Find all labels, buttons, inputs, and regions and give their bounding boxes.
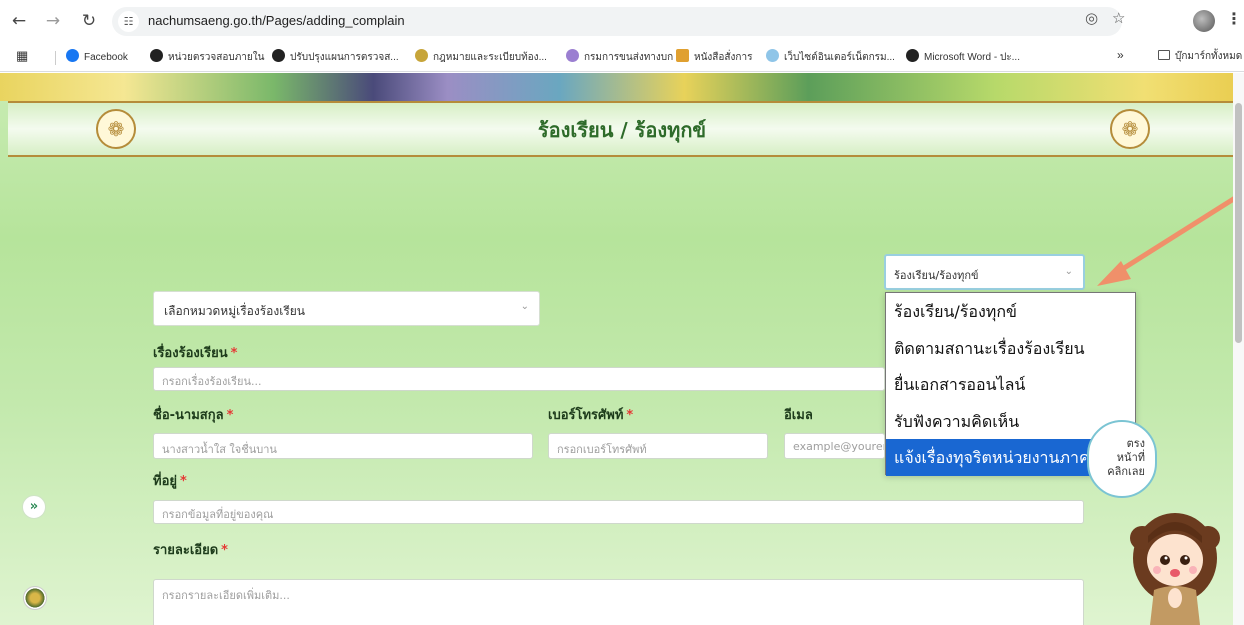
forward-icon[interactable]: → xyxy=(42,10,64,32)
detail-textarea[interactable]: กรอกรายละเอียดเพิ่มเติม... xyxy=(153,579,1084,625)
globe-icon xyxy=(906,49,919,62)
bookmark-item[interactable]: ปรับปรุงแผนการตรวจส... xyxy=(272,49,399,65)
globe-icon xyxy=(150,49,163,62)
back-icon[interactable]: ← xyxy=(8,10,30,32)
page-content: ❁ ❁ ร้องเรียน / ร้องทุกข์ ร้องเรียน/ร้อง… xyxy=(0,73,1244,625)
category-select-value: เลือกหมวดหมู่เรื่องร้องเรียน xyxy=(164,304,306,318)
phone-label: เบอร์โทรศัพท์ * xyxy=(548,404,633,425)
bookmark-label: หนังสือสั่งการ xyxy=(694,52,753,63)
address-label-text: ที่อยู่ xyxy=(153,474,177,489)
avatar[interactable] xyxy=(1193,10,1215,32)
eye-off-icon[interactable]: ◎ xyxy=(1085,9,1098,27)
bubble-line: คลิกเลย xyxy=(1107,465,1145,478)
bookmark-item[interactable]: เว็บไซต์อินเตอร์เน็ตกรม... xyxy=(766,49,895,65)
bookmarks-bar: ▦ Facebook หน่วยตรวจสอบภายใน ปรับปรุงแผน… xyxy=(0,42,1244,72)
bookmark-label: กรมการขนส่งทางบก xyxy=(584,52,674,63)
subject-label: เรื่องร้องเรียน * xyxy=(153,342,237,363)
menu-option[interactable]: ติดตามสถานะเรื่องร้องเรียน xyxy=(886,330,1135,367)
reload-icon[interactable]: ↻ xyxy=(78,10,100,32)
detail-label-text: รายละเอียด xyxy=(153,543,219,558)
name-label: ชื่อ-นามสกุล * xyxy=(153,404,233,425)
facebook-icon xyxy=(66,49,79,62)
required-mark: * xyxy=(221,543,228,558)
menu-select-value: ร้องเรียน/ร้องทุกข์ xyxy=(894,269,979,282)
bookmark-label: ปรับปรุงแผนการตรวจส... xyxy=(290,52,399,63)
seal-icon xyxy=(415,49,428,62)
required-mark: * xyxy=(180,474,187,489)
apps-grid-icon[interactable]: ▦ xyxy=(16,48,28,64)
chevron-down-icon: ⌄ xyxy=(1064,266,1073,277)
required-mark: * xyxy=(626,408,634,423)
chevron-down-icon: ⌄ xyxy=(520,301,529,312)
phone-input[interactable]: กรอกเบอร์โทรศัพท์ xyxy=(548,433,768,459)
agency-logo-icon[interactable] xyxy=(23,586,47,610)
detail-label: รายละเอียด * xyxy=(153,539,228,560)
subject-input[interactable]: กรอกเรื่องร้องเรียน... xyxy=(153,367,885,391)
folder-icon xyxy=(1158,50,1170,60)
bookmark-label: กฎหมายและระเบียบท้อง... xyxy=(433,52,547,63)
scrollbar-thumb[interactable] xyxy=(1235,103,1242,343)
email-input[interactable]: example@youremail.com xyxy=(784,433,885,459)
address-label: ที่อยู่ * xyxy=(153,470,187,491)
bookmark-label: เว็บไซต์อินเตอร์เน็ตกรม... xyxy=(784,52,895,63)
all-bookmarks-label: บุ๊กมาร์กทั้งหมด xyxy=(1175,51,1243,62)
site-info-icon[interactable]: ☷ xyxy=(118,11,139,32)
bubble-line: หน้าที่ xyxy=(1116,451,1145,464)
dlt-logo-icon xyxy=(566,49,579,62)
address-input[interactable]: กรอกข้อมูลที่อยู่ของคุณ xyxy=(153,500,1084,524)
garuda-icon xyxy=(676,49,689,62)
help-bubble[interactable]: ตรง หน้าที่ คลิกเลย xyxy=(1087,420,1157,498)
page-title: ร้องเรียน / ร้องทุกข์ xyxy=(537,118,707,142)
name-label-text: ชื่อ-นามสกุล xyxy=(153,408,224,423)
header-banner xyxy=(0,73,1244,101)
bookmark-item[interactable]: Microsoft Word - ปะ... xyxy=(906,49,1020,65)
bookmark-label: Microsoft Word - ปะ... xyxy=(924,52,1020,63)
web-icon xyxy=(766,49,779,62)
bookmark-item[interactable]: กรมการขนส่งทางบก xyxy=(566,49,673,65)
all-bookmarks-button[interactable]: บุ๊กมาร์กทั้งหมด xyxy=(1158,49,1242,64)
side-panel-toggle-icon[interactable]: » xyxy=(22,495,46,519)
bookmark-label: Facebook xyxy=(84,52,128,63)
required-mark: * xyxy=(230,346,238,361)
url-text[interactable]: nachumsaeng.go.th/Pages/adding_complain xyxy=(148,13,405,28)
address-bar[interactable]: ☷ nachumsaeng.go.th/Pages/adding_complai… xyxy=(112,7,1122,36)
menu-option[interactable]: ร้องเรียน/ร้องทุกข์ xyxy=(886,293,1135,330)
bookmark-item[interactable]: หน่วยตรวจสอบภายใน xyxy=(150,49,264,65)
globe-icon xyxy=(272,49,285,62)
subject-label-text: เรื่องร้องเรียน xyxy=(153,346,228,361)
bookmark-item[interactable]: หนังสือสั่งการ xyxy=(676,49,752,65)
bookmarks-overflow-button[interactable]: » xyxy=(1117,48,1124,62)
annotation-arrow-icon xyxy=(1097,191,1244,286)
bookmark-label: หน่วยตรวจสอบภายใน xyxy=(168,52,265,63)
page-scrollbar[interactable] xyxy=(1233,73,1244,625)
bookmark-item[interactable]: Facebook xyxy=(66,49,128,63)
mascot-girl-icon[interactable] xyxy=(1130,498,1220,625)
email-label-text: อีเมล xyxy=(784,408,813,423)
required-mark: * xyxy=(226,408,234,423)
name-input[interactable]: นางสาวน้ำใส ใจชื่นบาน xyxy=(153,433,533,459)
bookmarks-separator xyxy=(55,51,56,65)
bubble-line: ตรง xyxy=(1126,437,1145,450)
category-select[interactable]: เลือกหมวดหมู่เรื่องร้องเรียน ⌄ xyxy=(153,291,540,326)
phone-label-text: เบอร์โทรศัพท์ xyxy=(548,408,624,423)
email-label: อีเมล xyxy=(784,404,813,425)
kebab-menu-icon[interactable]: ⋮ xyxy=(1226,9,1242,28)
menu-select[interactable]: ร้องเรียน/ร้องทุกข์ ⌄ xyxy=(884,254,1085,290)
star-icon[interactable]: ☆ xyxy=(1112,9,1125,27)
bookmark-item[interactable]: กฎหมายและระเบียบท้อง... xyxy=(415,49,547,65)
browser-toolbar: ← → ↻ ☷ nachumsaeng.go.th/Pages/adding_c… xyxy=(0,0,1244,42)
menu-option[interactable]: ยื่นเอกสารออนไลน์ xyxy=(886,366,1135,403)
